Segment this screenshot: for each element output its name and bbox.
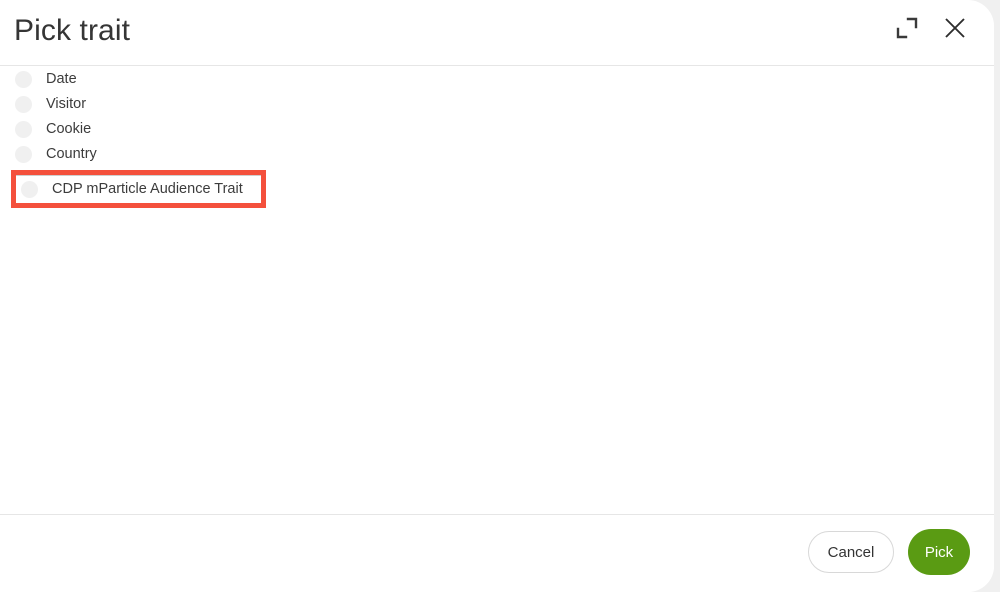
pick-trait-dialog: Pick trait Date Visitor Cookie Country C…: [0, 0, 994, 592]
close-icon: [941, 14, 969, 45]
row-inner-divider: [16, 175, 261, 176]
header-actions: [890, 12, 972, 46]
trait-list-item-date[interactable]: Date: [0, 67, 994, 92]
dialog-body: Date Visitor Cookie Country CDP mParticl…: [0, 67, 994, 514]
trait-label: Cookie: [46, 121, 92, 137]
radio-icon[interactable]: [15, 146, 32, 163]
trait-list-item-country[interactable]: Country: [0, 142, 994, 167]
expand-button[interactable]: [890, 12, 924, 46]
trait-list-item-cookie[interactable]: Cookie: [0, 117, 994, 142]
radio-icon[interactable]: [15, 96, 32, 113]
trait-label: Date: [46, 71, 77, 87]
pick-button[interactable]: Pick: [908, 529, 970, 575]
radio-icon[interactable]: [15, 121, 32, 138]
page-title: Pick trait: [14, 14, 131, 47]
dialog-header: Pick trait: [0, 0, 994, 66]
cancel-button[interactable]: Cancel: [808, 531, 894, 573]
expand-icon: [894, 15, 920, 44]
trait-list-item-visitor[interactable]: Visitor: [0, 92, 994, 117]
radio-icon[interactable]: [21, 180, 38, 198]
trait-label: Country: [46, 146, 97, 162]
close-button[interactable]: [938, 12, 972, 46]
trait-list: Date Visitor Cookie Country CDP mParticl…: [0, 67, 994, 208]
radio-icon[interactable]: [15, 71, 32, 88]
trait-label: Visitor: [46, 96, 87, 112]
trait-label: CDP mParticle Audience Trait: [52, 180, 243, 197]
dialog-footer: Cancel Pick: [0, 514, 994, 592]
footer-actions: Cancel Pick: [808, 529, 970, 575]
trait-list-item-cdp-mparticle-audience-trait[interactable]: CDP mParticle Audience Trait: [11, 170, 266, 208]
